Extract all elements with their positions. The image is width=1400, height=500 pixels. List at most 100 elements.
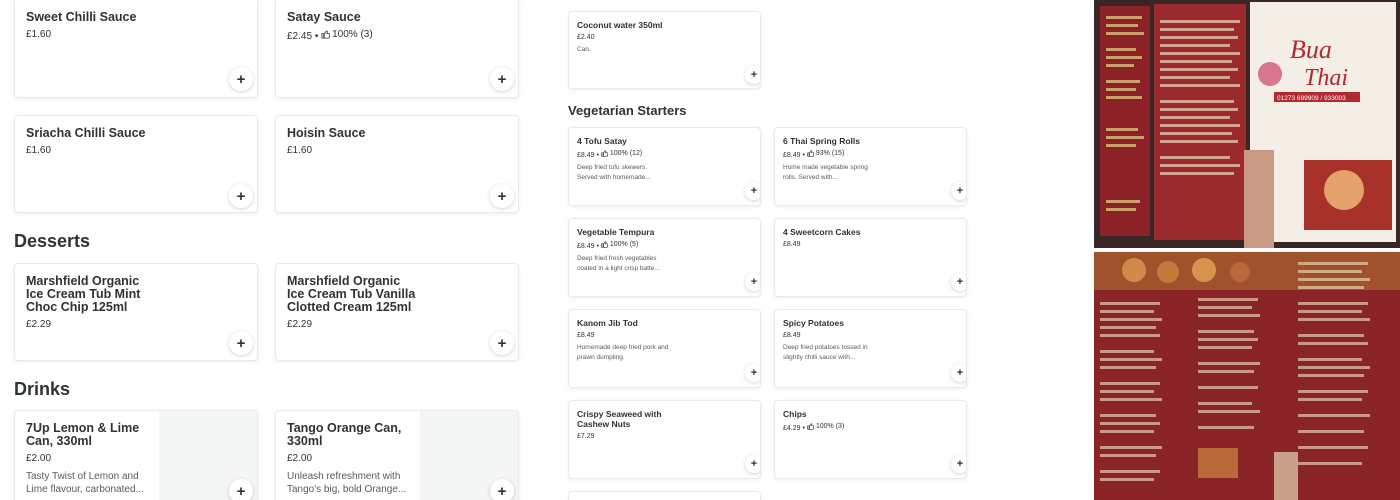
menu-item-card[interactable]: Sriacha Chilli Sauce £1.60 + bbox=[14, 115, 258, 213]
item-name: Vegetable Tempura bbox=[577, 227, 655, 237]
section-title-drinks: Drinks bbox=[14, 379, 71, 399]
svg-text:01273 699909 / 933003: 01273 699909 / 933003 bbox=[1277, 95, 1346, 102]
add-item-button[interactable]: + bbox=[229, 479, 253, 500]
menu-item-card[interactable]: Tango Orange Can, 330ml £2.00 Unleash re… bbox=[275, 410, 519, 500]
thumbs-up-icon bbox=[321, 30, 331, 39]
menu-item-card[interactable]: Chips £4.29 • 100% (3) + bbox=[774, 400, 967, 479]
rating-value: 100% (3) bbox=[815, 423, 845, 430]
item-price: £1.60 bbox=[287, 145, 313, 156]
menu-item-card[interactable]: 4 Sweetcorn Cakes £8.49 + bbox=[774, 218, 967, 297]
item-description: Deep fried potatoes tossed in slightly c… bbox=[783, 344, 868, 361]
rating: 100% (3) bbox=[321, 29, 373, 40]
item-name: 6 Thai Spring Rolls bbox=[783, 136, 860, 146]
item-price: £8.49 bbox=[577, 332, 595, 339]
item-price: £7.29 bbox=[577, 433, 595, 440]
menu-item-card[interactable]: Spicy Potatoes £8.49 Deep fried potatoes… bbox=[774, 309, 967, 388]
add-item-button[interactable]: + bbox=[951, 273, 966, 291]
item-name: 4 Sweetcorn Cakes bbox=[783, 227, 861, 237]
rating: 100% (12) bbox=[601, 150, 642, 157]
add-item-button[interactable]: + bbox=[745, 182, 760, 200]
rating-value: 100% (5) bbox=[609, 241, 639, 248]
item-price: £2.45 bbox=[287, 31, 313, 42]
item-description: Unleash refreshment with Tango's big, bo… bbox=[287, 471, 407, 495]
restaurant-menu-photo: Bua Thai 01273 699909 / 933003 bbox=[1094, 0, 1400, 248]
thumbs-up-icon bbox=[807, 423, 814, 430]
item-price: £2.00 bbox=[287, 453, 313, 464]
menu-item-card[interactable]: Satay Sauce £2.45 • 100% (3) + bbox=[275, 0, 519, 98]
item-description: Home made vegetable spring rolls. Served… bbox=[783, 164, 868, 181]
add-item-button[interactable]: + bbox=[229, 67, 253, 91]
add-item-button[interactable]: + bbox=[229, 331, 253, 355]
thumbs-up-icon bbox=[807, 150, 814, 157]
item-name: Chips bbox=[783, 409, 807, 419]
item-name: Satay Sauce bbox=[287, 10, 361, 24]
item-name: Tango Orange Can, 330ml bbox=[287, 421, 402, 448]
menu-item-card[interactable]: Crispy Seaweed with Cashew Nuts £7.29 + bbox=[568, 400, 761, 479]
add-item-button[interactable]: + bbox=[745, 364, 760, 382]
add-item-button[interactable]: + bbox=[745, 273, 760, 291]
item-description: Tasty Twist of Lemon and Lime flavour, c… bbox=[26, 471, 144, 495]
add-item-button[interactable]: + bbox=[490, 331, 514, 355]
menu-item-card[interactable]: Coconut water 350ml £2.40 Can. + bbox=[568, 11, 761, 89]
item-price-rating: £2.45 • 100% (3) bbox=[287, 29, 373, 42]
thumbs-up-icon bbox=[601, 150, 608, 157]
item-description: Deep fried tofu skewers. Served with hom… bbox=[577, 164, 651, 181]
item-price: £8.49 bbox=[783, 332, 801, 339]
add-item-button[interactable]: + bbox=[490, 67, 514, 91]
item-price: £8.49 bbox=[577, 243, 595, 250]
menu-item-card[interactable]: Sweet Chilli Sauce £1.60 + bbox=[14, 0, 258, 98]
add-item-button[interactable]: + bbox=[745, 66, 760, 84]
rating: 100% (3) bbox=[807, 423, 844, 430]
add-item-button[interactable]: + bbox=[490, 184, 514, 208]
menu-item-card[interactable]: Marshfield Organic Ice Cream Tub Mint Ch… bbox=[14, 263, 258, 361]
item-name: Coconut water 350ml bbox=[577, 20, 663, 30]
rating-value: 93% (15) bbox=[815, 150, 845, 157]
menu-item-card[interactable]: Hoisin Sauce £1.60 + bbox=[275, 115, 519, 213]
item-name: Sweet Chilli Sauce bbox=[26, 10, 137, 24]
item-name: Marshfield Organic Ice Cream Tub Vanilla… bbox=[287, 274, 416, 314]
item-description: Homemade deep fried pork and prawn dumpl… bbox=[577, 344, 669, 361]
item-description: Can. bbox=[577, 46, 591, 53]
rating-value: 100% (12) bbox=[609, 150, 643, 157]
menu-item-card[interactable]: 6 Thai Spring Rolls £8.49 • 93% (15) Hom… bbox=[774, 127, 967, 206]
menu-item-card[interactable]: 7Up Lemon & Lime Can, 330ml £2.00 Tasty … bbox=[14, 410, 258, 500]
add-item-button[interactable]: + bbox=[490, 479, 514, 500]
item-name: 7Up Lemon & Lime Can, 330ml bbox=[26, 421, 140, 448]
item-name: Spicy Potatoes bbox=[783, 318, 844, 328]
item-price: £8.49 bbox=[783, 241, 801, 248]
menu-column-left: Sweet Chilli Sauce £1.60 + Satay Sauce £… bbox=[0, 0, 535, 500]
svg-text:Bua: Bua bbox=[1290, 35, 1332, 64]
item-name: Sriacha Chilli Sauce bbox=[26, 126, 146, 140]
svg-text:Thai: Thai bbox=[1304, 65, 1348, 91]
menu-column-right: Coconut water 350ml £2.40 Can. + Vegetar… bbox=[560, 0, 980, 500]
item-description: Deep fried fresh vegetables coated in a … bbox=[577, 255, 660, 272]
rating: 100% (5) bbox=[601, 241, 638, 248]
rating: 93% (15) bbox=[807, 150, 844, 157]
item-price: £8.49 bbox=[577, 152, 595, 159]
item-price: £2.29 bbox=[287, 319, 313, 330]
item-price: £1.60 bbox=[26, 29, 52, 40]
item-name: Marshfield Organic Ice Cream Tub Mint Ch… bbox=[26, 274, 141, 314]
thumbs-up-icon bbox=[601, 241, 608, 248]
menu-item-card[interactable] bbox=[568, 491, 761, 500]
add-item-button[interactable]: + bbox=[745, 455, 760, 473]
menu-item-card[interactable]: Kanom Jib Tod £8.49 Homemade deep fried … bbox=[568, 309, 761, 388]
restaurant-menu-photo bbox=[1094, 252, 1400, 500]
add-item-button[interactable]: + bbox=[951, 182, 966, 200]
rating-value: 100% (3) bbox=[332, 29, 373, 40]
item-price: £4.29 bbox=[783, 425, 801, 432]
item-name: 4 Tofu Satay bbox=[577, 136, 627, 146]
section-title-desserts: Desserts bbox=[14, 231, 91, 251]
menu-photo-illustration bbox=[1094, 252, 1400, 500]
add-item-button[interactable]: + bbox=[229, 184, 253, 208]
item-name: Kanom Jib Tod bbox=[577, 318, 638, 328]
menu-item-card[interactable]: 4 Tofu Satay £8.49 • 100% (12) Deep frie… bbox=[568, 127, 761, 206]
section-title-vegetarian-starters: Vegetarian Starters bbox=[568, 103, 687, 118]
add-item-button[interactable]: + bbox=[951, 455, 966, 473]
item-price: £8.49 bbox=[783, 152, 801, 159]
menu-item-card[interactable]: Marshfield Organic Ice Cream Tub Vanilla… bbox=[275, 263, 519, 361]
item-price: £2.29 bbox=[26, 319, 52, 330]
item-price: £2.00 bbox=[26, 453, 52, 464]
add-item-button[interactable]: + bbox=[951, 364, 966, 382]
menu-item-card[interactable]: Vegetable Tempura £8.49 • 100% (5) Deep … bbox=[568, 218, 761, 297]
